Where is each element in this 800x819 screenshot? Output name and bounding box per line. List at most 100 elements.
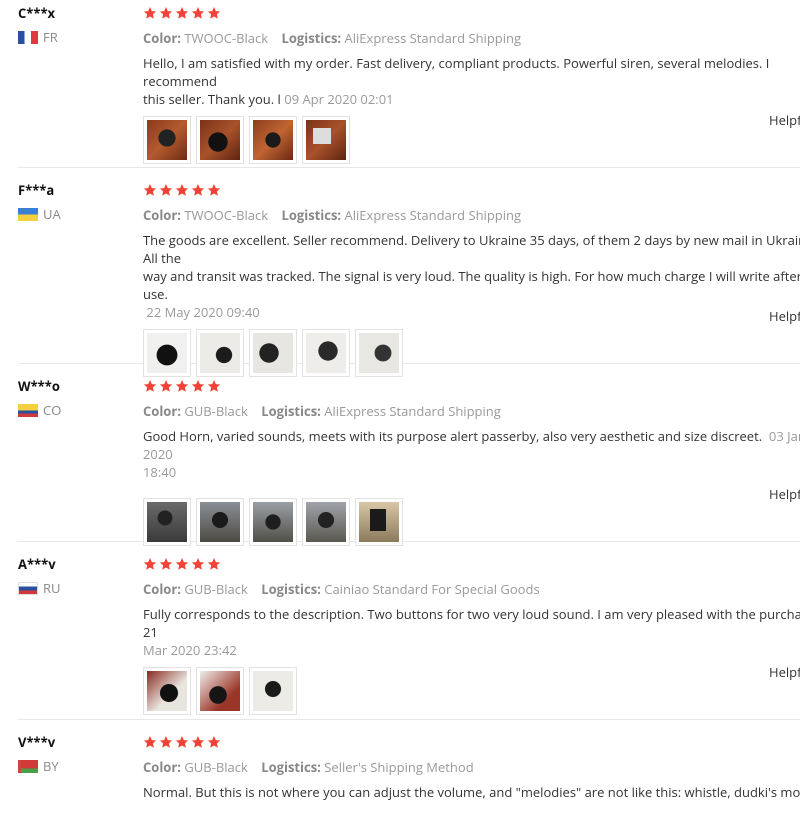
review-text: Normal. But this is not where you can ad… [143,783,800,801]
country-code: UA [43,205,61,223]
review-body: Color: GUB-Black Logistics: AliExpress S… [143,375,800,546]
flag-ua-icon [18,207,38,221]
reviewer-country: BY [18,757,128,775]
review-content: Hello, I am satisfied with my order. Fas… [143,54,770,108]
reviewer-info: V***v BY [18,733,128,775]
star-icon [207,7,221,19]
helpful-button[interactable]: Helpful? [769,111,800,129]
review-meta: Color: TWOOC-Black Logistics: AliExpress… [143,203,800,227]
review-photo[interactable] [143,116,191,164]
reviewer-name: C***x [18,4,56,22]
review-meta: Color: GUB-Black Logistics: Seller's Shi… [143,755,800,779]
helpful-button[interactable]: Helpful? [769,485,800,503]
reviewer-country: FR [18,28,128,46]
star-icon [143,7,157,19]
star-icon [159,7,173,19]
review-photo[interactable] [249,667,297,715]
helpful-button[interactable]: Helpful? [769,663,800,681]
color-value: TWOOC-Black [184,206,269,224]
star-icon [191,380,205,392]
reviewer-info: C***x FR [18,4,128,46]
color-label: Color: [143,402,181,420]
logistics-label: Logistics: [261,402,321,420]
color-value: TWOOC-Black [184,29,269,47]
review-photo[interactable] [143,498,191,546]
logistics-label: Logistics: [281,206,342,224]
review-body: Color: TWOOC-Black Logistics: AliExpress… [143,0,800,164]
star-icon [159,736,173,748]
star-icon [159,558,173,570]
star-icon [175,184,189,196]
country-code: BY [43,757,59,775]
country-code: FR [43,28,58,46]
review-content: Fully corresponds to the description. Tw… [143,605,800,641]
review-body: Color: GUB-Black Logistics: Cainiao Stan… [143,553,800,715]
logistics-value: AliExpress Standard Shipping [344,206,522,224]
star-rating [143,375,800,397]
star-icon [191,558,205,570]
star-icon [143,558,157,570]
review-meta: Color: GUB-Black Logistics: Cainiao Stan… [143,577,800,601]
star-icon [175,380,189,392]
review-text: Hello, I am satisfied with my order. Fas… [143,54,800,108]
star-icon [143,736,157,748]
review-meta: Color: TWOOC-Black Logistics: AliExpress… [143,26,800,50]
logistics-value: AliExpress Standard Shipping [344,29,522,47]
star-rating [143,731,800,753]
reviewer-name: V***v [18,733,56,751]
review-photo[interactable] [196,498,244,546]
review-photo[interactable] [302,116,350,164]
logistics-value: Cainiao Standard For Special Goods [324,580,540,598]
star-icon [207,736,221,748]
review-date: 09 Apr 2020 02:01 [284,90,394,108]
flag-ru-icon [18,581,38,595]
review-item: V***v BY Color: GUB-Black Logistics: Sel… [18,719,800,819]
review-photos [143,116,800,164]
color-label: Color: [143,580,181,598]
review-photo[interactable] [355,498,403,546]
logistics-label: Logistics: [281,29,342,47]
review-photo[interactable] [249,498,297,546]
flag-fr-icon [18,30,38,44]
logistics-value: Seller's Shipping Method [324,758,474,776]
color-label: Color: [143,758,181,776]
country-code: RU [43,579,61,597]
review-date: 22 May 2020 09:40 [146,303,260,321]
reviewer-country: UA [18,205,128,223]
review-photo[interactable] [302,498,350,546]
review-photo[interactable] [196,667,244,715]
reviewer-info: W***o CO [18,377,128,419]
reviewer-name: A***v [18,555,56,573]
color-value: GUB-Black [184,758,248,776]
review-item: C***x FR Color: TWOOC-Black Logistics: A… [18,0,800,168]
helpful-button[interactable]: Helpful? [769,307,800,325]
color-label: Color: [143,206,181,224]
review-photo[interactable] [196,116,244,164]
review-content: Good Horn, varied sounds, meets with its… [143,427,769,445]
review-photos [143,667,800,715]
star-icon [175,736,189,748]
star-icon [175,7,189,19]
color-value: GUB-Black [184,580,248,598]
star-icon [207,380,221,392]
star-icon [191,736,205,748]
logistics-label: Logistics: [261,758,321,776]
review-item: A***v RU Color: GUB-Black Logistics: Cai… [18,541,800,720]
review-text: Fully corresponds to the description. Tw… [143,605,800,659]
review-photo[interactable] [249,116,297,164]
reviewer-name: W***o [18,377,60,395]
review-body: Color: TWOOC-Black Logistics: AliExpress… [143,179,800,377]
review-text: The goods are excellent. Seller recommen… [143,231,800,321]
star-icon [191,184,205,196]
star-rating [143,2,800,24]
star-icon [159,184,173,196]
star-icon [143,380,157,392]
review-text: Good Horn, varied sounds, meets with its… [143,427,800,481]
color-value: GUB-Black [184,402,248,420]
review-photo[interactable] [143,667,191,715]
reviewer-country: RU [18,579,128,597]
reviewer-country: CO [18,401,128,419]
star-icon [143,184,157,196]
logistics-label: Logistics: [261,580,321,598]
star-rating [143,553,800,575]
